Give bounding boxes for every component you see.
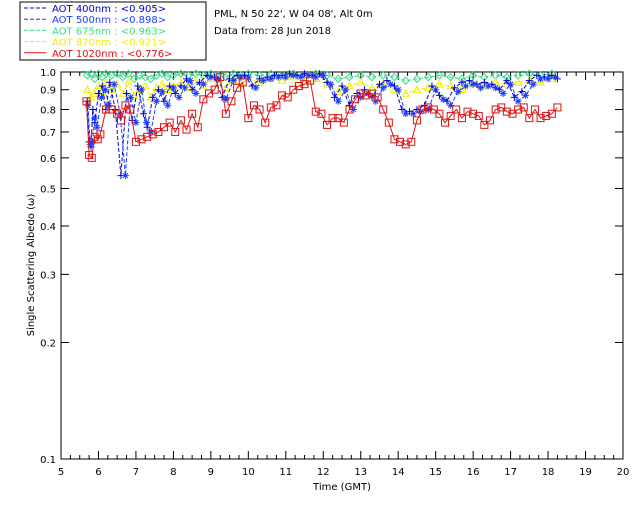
y-tick-label: 0.5	[40, 184, 56, 195]
x-axis-title: Time (GMT)	[312, 482, 371, 493]
y-tick-label: 0.4	[40, 222, 56, 233]
x-tick-label: 11	[279, 467, 292, 478]
data-point-star	[186, 77, 194, 85]
data-point-star	[138, 86, 146, 94]
data-point-star	[387, 80, 395, 88]
x-tick-label: 10	[242, 467, 255, 478]
site-info-text: PML, N 50 22', W 04 08', Alt 0m	[214, 9, 373, 20]
x-tick-label: 20	[617, 467, 630, 478]
x-tick-label: 8	[170, 467, 176, 478]
data-point-star	[153, 97, 161, 105]
y-tick-label: 0.8	[40, 106, 56, 117]
y-tick-label: 1.0	[40, 68, 56, 79]
y-tick-label: 0.3	[40, 270, 56, 281]
data-point-star	[229, 77, 237, 85]
x-tick-label: 15	[429, 467, 442, 478]
legend-entry: AOT 400nm : <0.905>	[52, 4, 166, 15]
legend-entry: AOT 675nm : <0.963>	[52, 26, 166, 37]
data-point-star	[304, 71, 312, 79]
x-tick-label: 18	[542, 467, 555, 478]
data-point-star	[289, 71, 297, 79]
x-tick-label: 19	[579, 467, 592, 478]
data-point-star	[110, 80, 118, 88]
data-point-star	[507, 80, 515, 88]
data-point-star	[88, 138, 96, 146]
x-tick-label: 16	[467, 467, 480, 478]
data-point-star	[552, 73, 560, 81]
data-point-star	[181, 84, 189, 92]
x-tick-label: 9	[208, 467, 214, 478]
y-tick-label: 0.6	[40, 154, 56, 165]
legend-entry: AOT 500nm : <0.898>	[52, 15, 166, 26]
data-point-star	[101, 86, 109, 94]
data-point-star	[454, 88, 462, 96]
legend-entry: AOT 870nm : <0.921>	[52, 38, 166, 49]
y-axis-title: Single Scattering Albedo (ω)	[26, 194, 37, 337]
y-tick-label: 0.9	[40, 86, 56, 97]
data-point-star	[175, 93, 183, 101]
data-point-star	[529, 80, 537, 88]
data-point-star	[127, 93, 135, 101]
legend-entry: AOT 1020nm : <0.776>	[52, 49, 172, 60]
y-tick-label: 0.2	[40, 339, 56, 350]
data-point-star	[91, 114, 99, 122]
x-tick-label: 7	[133, 467, 139, 478]
data-point-star	[237, 73, 245, 81]
data-point-star	[169, 84, 177, 92]
data-point-star	[142, 119, 150, 127]
data-point-star	[544, 75, 552, 83]
x-tick-label: 12	[317, 467, 330, 478]
y-tick-label: 0.7	[40, 128, 56, 139]
data-point-star	[164, 101, 172, 109]
data-point-star	[97, 93, 105, 101]
x-tick-label: 17	[504, 467, 517, 478]
y-tick-label: 0.1	[40, 455, 56, 466]
data-point-star	[199, 80, 207, 88]
data-point-star	[105, 101, 113, 109]
chart-canvas: AOT 400nm : <0.905>AOT 500nm : <0.898>AO…	[0, 0, 640, 512]
x-tick-label: 14	[392, 467, 405, 478]
data-point-star	[252, 84, 260, 92]
x-tick-label: 5	[58, 467, 64, 478]
data-point-star	[207, 73, 215, 81]
data-point-star	[93, 123, 101, 131]
x-tick-label: 13	[354, 467, 367, 478]
legend: AOT 400nm : <0.905>AOT 500nm : <0.898>AO…	[19, 1, 207, 61]
data-point-star	[192, 89, 200, 97]
data-point-star	[522, 91, 530, 99]
data-point-star	[469, 80, 477, 88]
data-point-star	[158, 88, 166, 96]
date-info-text: Data from: 28 Jun 2018	[214, 26, 331, 37]
x-tick-label: 6	[95, 467, 101, 478]
